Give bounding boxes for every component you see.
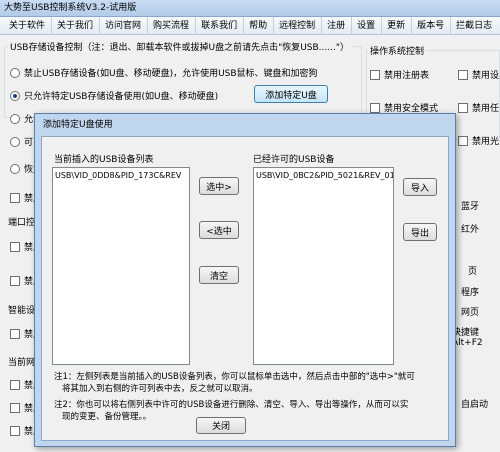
menu-item-remote[interactable]: 远程控制 (274, 16, 323, 35)
menu-item-block-log[interactable]: 拦截日志 (451, 17, 498, 35)
menu-item-purchase[interactable]: 购买流程 (148, 16, 197, 35)
checkbox-disable-task[interactable] (458, 102, 468, 113)
add-usb-dialog: 添加特定U盘使用 当前插入的USB设备列表 USB\VID_0DD8&PID_1… (34, 113, 456, 447)
option-disable-usb-storage-label: 禁止USB存储设备(如U盘、移动硬盘)，允许使用USB鼠标、键盘和加密狗 (24, 69, 318, 79)
note-1-line-1: 注1：左侧列表是当前插入的USB设备列表，你可以鼠标单击选中，然后点击中部的"选… (54, 372, 415, 382)
menu-item-update[interactable]: 更新 (382, 16, 413, 35)
current-usb-list[interactable]: USB\VID_0DD8&PID_173C&REV (52, 167, 190, 365)
menu-bar: 关于软件 关于我们 访问官网 购买流程 联系我们 帮助 远程控制 注册 设置 更… (0, 16, 500, 35)
menu-item-contact[interactable]: 联系我们 (196, 16, 245, 35)
network-section-title: 当前网 (8, 358, 36, 368)
right-fragment-bluetooth: 蓝牙 (461, 202, 480, 212)
left-checkbox-7[interactable] (10, 425, 20, 436)
radio-can-partial[interactable] (10, 136, 20, 147)
menu-item-help[interactable]: 帮助 (244, 16, 275, 35)
window-title: 大势至USB控制系统V3.2-试用版 (0, 0, 500, 17)
check-disable-device-label: 禁用设 (472, 71, 500, 81)
note-2-line-1: 注2：你也可以将右侧列表中许可的USB设备进行删除、清空、导入、导出等操作，从而… (54, 400, 409, 410)
right-fragment-page: 页 (468, 267, 478, 277)
menu-item-version[interactable]: 版本号 (412, 16, 452, 35)
port-section-title: 端口控 (8, 218, 36, 228)
left-checkbox-2[interactable] (10, 241, 20, 252)
export-button[interactable]: 导出 (403, 223, 437, 241)
option-allow-specific-usb[interactable]: 只允许特定USB存储设备使用(如U盘、移动硬盘) (10, 89, 218, 102)
right-fragment-alt-f2: 快捷键Alt+F2 (452, 328, 483, 348)
os-group-title: 操作系统控制 (368, 44, 427, 57)
option-disable-usb-storage[interactable]: 禁止USB存储设备(如U盘、移动硬盘)，允许使用USB鼠标、键盘和加密狗 (10, 66, 318, 79)
checkbox-disable-registry[interactable] (370, 69, 380, 80)
clear-button[interactable]: 清空 (199, 266, 239, 284)
smart-section-title: 智能设 (8, 306, 36, 316)
note-1-line-2: 将其加入到右侧的许可列表中去，反之就可以取消。 (62, 384, 258, 394)
radio-allow-specific-usb[interactable] (10, 90, 20, 101)
left-checkbox-1[interactable] (10, 192, 20, 203)
allowed-usb-list[interactable]: USB\VID_0BC2&PID_5021&REV_01 (253, 167, 394, 365)
allowed-usb-list-label: 已经许可的USB设备 (253, 155, 335, 165)
note-2-line-2: 现的变更、备份管理。。 (62, 412, 152, 422)
check-disable-optical-label: 禁用光 (472, 137, 500, 147)
checkbox-disable-optical[interactable] (458, 135, 468, 146)
left-checkbox-5[interactable] (10, 379, 20, 390)
current-usb-list-item[interactable]: USB\VID_0DD8&PID_173C&REV (55, 170, 187, 181)
menu-item-about-software[interactable]: 关于软件 (4, 16, 53, 35)
left-checkbox-3[interactable] (10, 275, 20, 286)
check-disable-task[interactable]: 禁用任 (458, 101, 499, 114)
select-button[interactable]: 选中> (199, 177, 239, 195)
left-checkbox-6[interactable] (10, 402, 20, 413)
check-disable-task-label: 禁用任 (472, 104, 500, 114)
checkbox-disable-device[interactable] (458, 69, 468, 80)
radio-disable-usb-storage[interactable] (10, 67, 20, 78)
add-specific-usb-button[interactable]: 添加特定U盘 (254, 85, 328, 103)
check-disable-device[interactable]: 禁用设 (458, 68, 499, 81)
option-allow-specific-usb-label: 只允许特定USB存储设备使用(如U盘、移动硬盘) (24, 92, 219, 102)
right-fragment-webpage: 网页 (461, 308, 480, 318)
menu-item-about-us[interactable]: 关于我们 (52, 16, 101, 35)
close-button[interactable]: 关闭 (196, 417, 246, 434)
menu-item-register[interactable]: 注册 (322, 16, 353, 35)
check-disable-registry[interactable]: 禁用注册表 (370, 68, 429, 81)
menu-item-settings[interactable]: 设置 (352, 16, 383, 35)
right-fragment-program: 程序 (461, 288, 480, 298)
unselect-button[interactable]: <选中 (199, 221, 239, 239)
storage-group-title: USB存储设备控制（注：退出、卸载本软件或拔掉U盘之前请先点击"恢复USB...… (8, 40, 351, 53)
check-disable-optical[interactable]: 禁用光 (458, 134, 499, 147)
left-checkbox-4[interactable] (10, 328, 20, 339)
storage-group (4, 46, 362, 118)
checkbox-disable-safe-mode[interactable] (370, 102, 380, 113)
check-disable-registry-label: 禁用注册表 (384, 71, 430, 81)
allowed-usb-list-item[interactable]: USB\VID_0BC2&PID_5021&REV_01 (256, 170, 393, 181)
radio-restore-partial[interactable] (10, 163, 20, 174)
radio-allow-partial[interactable] (10, 113, 20, 124)
current-usb-list-label: 当前插入的USB设备列表 (54, 155, 154, 165)
dialog-title: 添加特定U盘使用 (43, 120, 113, 130)
right-fragment-infrared: 红外 (461, 225, 480, 235)
menu-item-website[interactable]: 访问官网 (100, 16, 149, 35)
dialog-client: 当前插入的USB设备列表 USB\VID_0DD8&PID_173C&REV 选… (41, 136, 449, 441)
right-fragment-autostart: 自启动 (461, 400, 489, 410)
import-button[interactable]: 导入 (403, 178, 437, 196)
